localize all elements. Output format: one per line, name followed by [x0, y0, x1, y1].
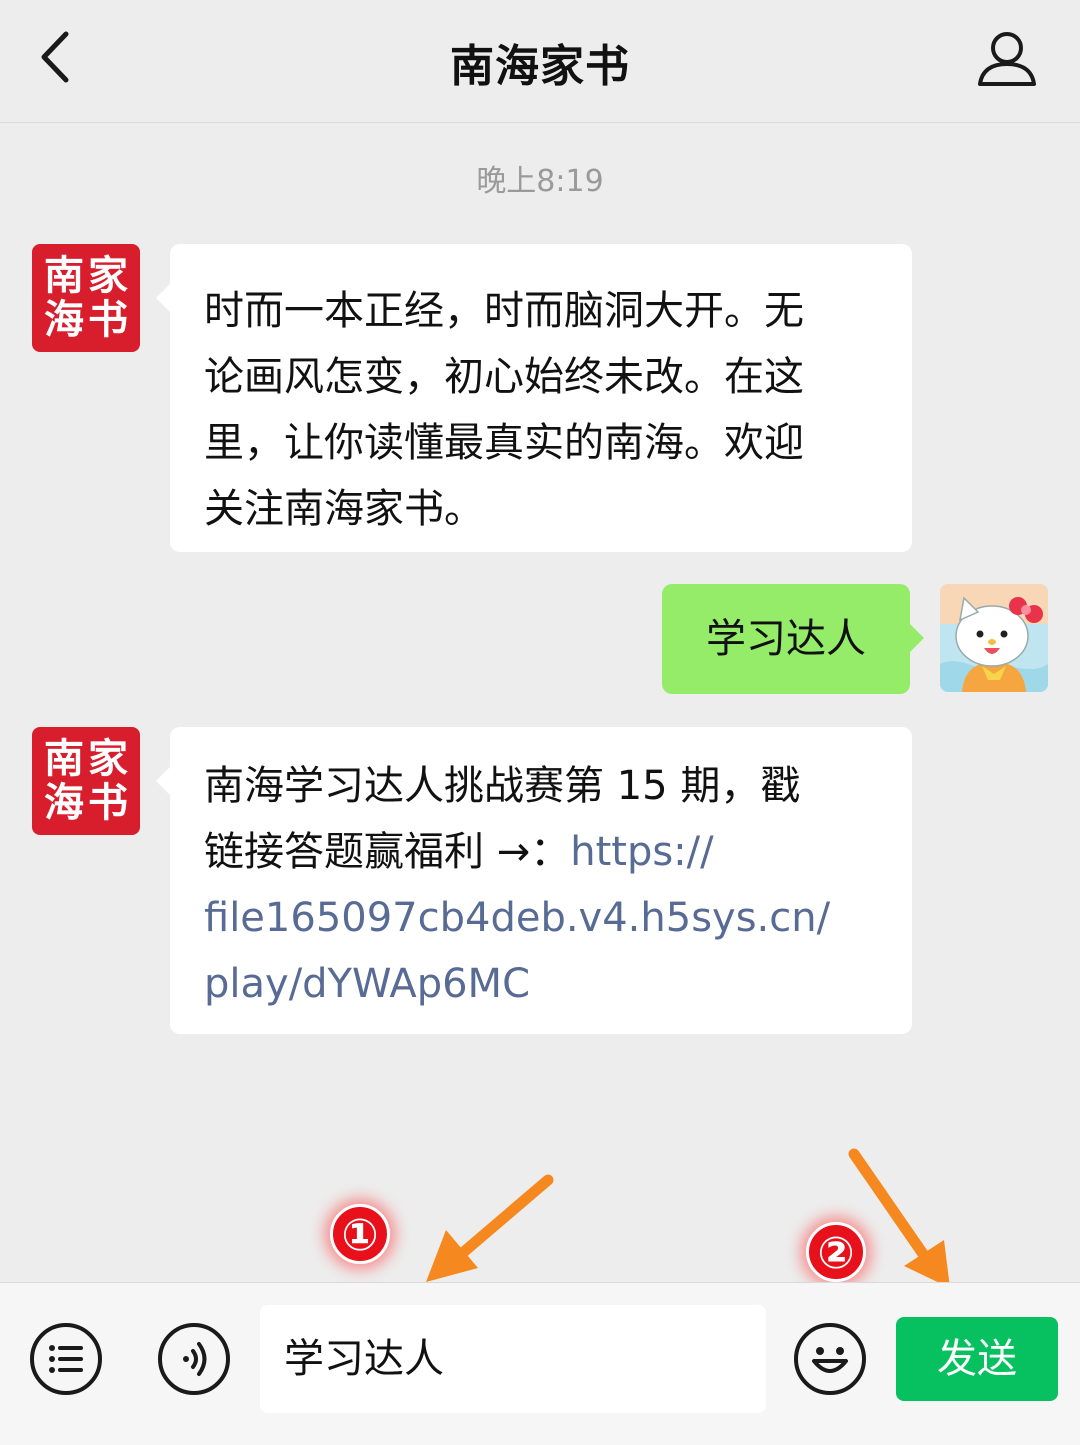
smiley-icon	[812, 1347, 848, 1373]
person-icon	[978, 32, 1036, 86]
message-link[interactable]: file165097cb4deb.v4.h5sys.cn/	[204, 885, 880, 951]
annotation-marker-2: ②	[806, 1222, 866, 1282]
message-link[interactable]: https://	[570, 829, 713, 875]
message-input-field[interactable]: 学习达人	[260, 1305, 766, 1413]
avatar-logo-text-1: 南海	[44, 252, 84, 343]
kitty-avatar-image	[940, 584, 1048, 692]
message-line: 里，让你读懂最真实的南海。欢迎	[204, 420, 804, 466]
message-input-bar: 学习达人 发送	[0, 1282, 1080, 1445]
message-line: 论画风怎变，初心始终未改。在这	[204, 354, 804, 400]
avatar-logo-text-1: 南海	[44, 735, 84, 826]
voice-icon	[183, 1342, 207, 1376]
message-bubble-incoming[interactable]: 时而一本正经，时而脑洞大开。无 论画风怎变，初心始终未改。在这 里，让你读懂最真…	[156, 244, 912, 552]
annotation-arrows	[426, 1148, 950, 1288]
message-text: 链接答题赢福利 →：	[204, 829, 571, 875]
top-nav-bar: 南海家书	[0, 0, 1080, 123]
user-avatar[interactable]	[940, 584, 1048, 692]
profile-button[interactable]	[974, 26, 1040, 92]
message-line: 关注南海家书。	[204, 486, 484, 532]
list-icon	[49, 1345, 83, 1373]
voice-input-button[interactable]	[158, 1323, 230, 1395]
page-title: 南海家书	[450, 41, 630, 92]
message-line: 时而一本正经，时而脑洞大开。无	[204, 288, 804, 334]
official-account-avatar[interactable]: 南海 家书	[32, 727, 140, 835]
avatar-logo-text-2: 家书	[88, 735, 128, 826]
official-account-avatar[interactable]: 南海 家书	[32, 244, 140, 352]
message-bubble-incoming[interactable]: 南海学习达人挑战赛第 15 期，戳 链接答题赢福利 →：https:// fil…	[156, 727, 912, 1034]
menu-toggle-button[interactable]	[30, 1323, 102, 1395]
message-line: 南海学习达人挑战赛第 15 期，戳	[204, 763, 801, 809]
emoji-button[interactable]	[794, 1323, 866, 1395]
message-line: 链接答题赢福利 →：https://	[204, 819, 880, 885]
message-bubble-outgoing[interactable]: 学习达人	[662, 584, 924, 694]
annotation-marker-1: ①	[330, 1204, 390, 1264]
avatar-logo-text-2: 家书	[88, 252, 128, 343]
message-timestamp: 晚上8:19	[476, 164, 604, 199]
message-link[interactable]: play/dYWAp6MC	[204, 951, 880, 1017]
send-button[interactable]: 发送	[896, 1317, 1058, 1401]
